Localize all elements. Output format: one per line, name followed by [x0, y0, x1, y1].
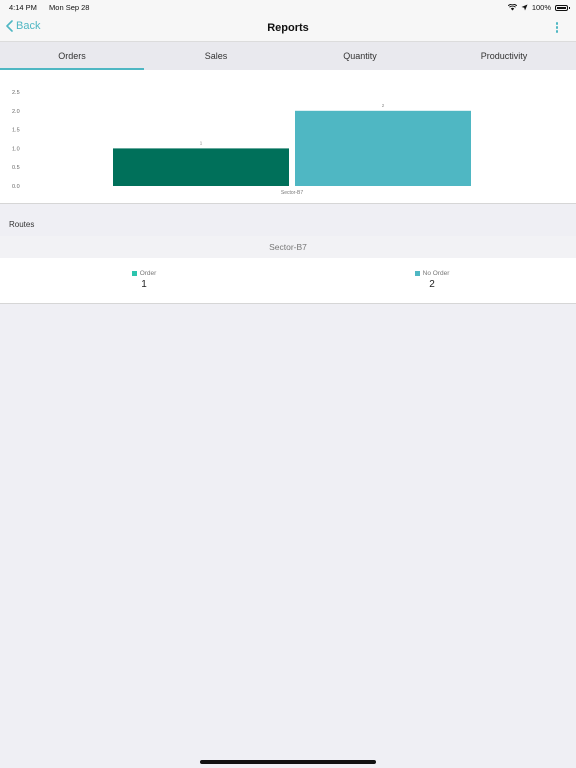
status-left: 4:14 PM Mon Sep 28 — [9, 3, 99, 12]
y-tick-label: 2.5 — [12, 90, 20, 96]
wifi-icon — [507, 4, 517, 11]
y-tick-label: 1.0 — [12, 146, 20, 152]
y-tick-label: 1.5 — [12, 128, 20, 134]
tab-quantity[interactable]: Quantity — [288, 42, 432, 70]
location-arrow-icon — [521, 4, 528, 11]
page-title: Reports — [267, 22, 309, 34]
tab-productivity[interactable]: Productivity — [432, 42, 576, 70]
home-indicator — [200, 760, 376, 764]
legend-value-order: 1 — [141, 279, 147, 290]
legend-swatch-no-order — [414, 271, 420, 276]
legend-item-no-order: No Order 2 — [382, 270, 482, 290]
legend-label-no-order: No Order — [422, 270, 450, 277]
bar-order — [113, 148, 289, 186]
legend-label-row: No Order — [382, 270, 482, 277]
chart-panel: 0.0 0.5 1.0 1.5 2.0 2.5 1 2 Sector-B7 — [0, 70, 576, 204]
legend-swatch-order — [131, 271, 137, 276]
bar-data-label: 2 — [382, 103, 385, 108]
more-vertical-dot — [555, 30, 559, 33]
battery-percent: 100% — [531, 3, 551, 12]
legend-value-no-order: 2 — [429, 279, 435, 290]
bar-no-order — [295, 110, 471, 186]
legend-item-order: Order 1 — [94, 270, 194, 290]
y-tick-label: 0.5 — [12, 165, 20, 171]
tab-bar: Orders Sales Quantity Productivity — [0, 42, 576, 70]
more-vertical-icon — [555, 22, 559, 25]
y-tick-label: 0.0 — [12, 184, 20, 190]
status-right: 100% — [507, 3, 570, 12]
battery-icon — [555, 4, 570, 11]
sector-title: Sector-B7 — [0, 236, 576, 258]
more-vertical-dot — [555, 26, 559, 29]
routes-header: Routes — [9, 220, 35, 229]
status-bar: 4:14 PM Mon Sep 28 100% — [0, 0, 576, 14]
nav-bar: Back Reports — [0, 14, 576, 42]
tab-sales[interactable]: Sales — [144, 42, 288, 70]
more-options-button[interactable] — [554, 22, 560, 34]
routes-legend-panel: Order 1 No Order 2 — [0, 258, 576, 304]
status-time: 4:14 PM — [9, 3, 37, 12]
orders-bar-chart: 0.0 0.5 1.0 1.5 2.0 2.5 1 2 Sector-B7 — [12, 90, 471, 196]
y-tick-label: 2.0 — [12, 109, 20, 115]
x-tick-label: Sector-B7 — [281, 190, 303, 196]
legend-label-order: Order — [139, 270, 157, 277]
bar-data-label: 1 — [200, 140, 203, 145]
status-date: Mon Sep 28 — [49, 3, 90, 12]
legend-label-row: Order — [94, 270, 194, 277]
tab-orders[interactable]: Orders — [0, 42, 144, 70]
